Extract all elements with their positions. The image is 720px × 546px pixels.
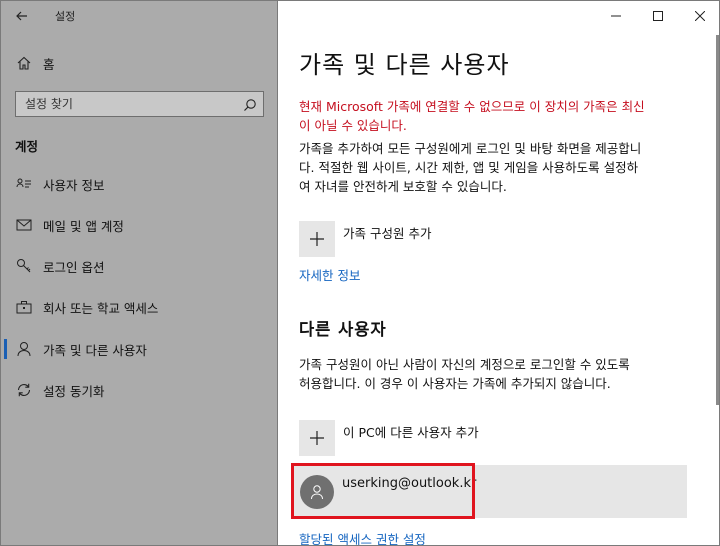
sidebar-item-label: 메일 및 앱 계정 bbox=[43, 218, 124, 234]
add-other-user-label: 이 PC에 다른 사용자 추가 bbox=[343, 425, 479, 440]
sidebar-item-label: 로그인 옵션 bbox=[43, 259, 105, 275]
family-error-message: 현재 Microsoft 가족에 연결할 수 없으므로 이 장치의 가족은 최신… bbox=[299, 97, 709, 135]
main-content: 가족 및 다른 사용자 현재 Microsoft 가족에 연결할 수 없으므로 … bbox=[279, 1, 719, 545]
sidebar: 설정 홈 계정 사용자 정보 메일 및 앱 계정 bbox=[1, 1, 278, 545]
sidebar-item-label: 설정 동기화 bbox=[43, 383, 105, 399]
sidebar-item-your-info[interactable]: 사용자 정보 bbox=[1, 171, 278, 197]
sidebar-item-sign-in-options[interactable]: 로그인 옵션 bbox=[1, 253, 278, 279]
add-other-user-button[interactable]: 이 PC에 다른 사용자 추가 bbox=[299, 420, 699, 460]
desc-line: 여 자녀를 안전하게 보호할 수 있습니다. bbox=[299, 179, 507, 194]
home-icon bbox=[15, 54, 33, 72]
settings-window: 설정 홈 계정 사용자 정보 메일 및 앱 계정 bbox=[0, 0, 720, 546]
user-card-icon bbox=[15, 175, 33, 193]
person-icon bbox=[15, 340, 33, 358]
error-line: 이 아닐 수 있습니다. bbox=[299, 118, 407, 133]
mail-icon bbox=[15, 216, 33, 234]
minimize-button[interactable] bbox=[595, 1, 637, 31]
plus-icon bbox=[299, 420, 335, 456]
sidebar-item-label: 가족 및 다른 사용자 bbox=[43, 342, 147, 358]
add-family-member-button[interactable]: 가족 구성원 추가 bbox=[299, 221, 699, 261]
more-info-link[interactable]: 자세한 정보 bbox=[299, 265, 360, 284]
scrollbar[interactable] bbox=[716, 35, 719, 405]
section-label: 계정 bbox=[15, 139, 39, 154]
briefcase-icon bbox=[15, 298, 33, 316]
active-indicator bbox=[4, 339, 7, 359]
app-title: 설정 bbox=[55, 10, 76, 23]
sidebar-item-sync-settings[interactable]: 설정 동기화 bbox=[1, 377, 278, 403]
key-icon bbox=[15, 257, 33, 275]
plus-icon bbox=[299, 221, 335, 257]
arrow-left-icon bbox=[16, 11, 27, 21]
highlight-annotation bbox=[291, 463, 475, 519]
sidebar-item-label: 사용자 정보 bbox=[43, 177, 105, 193]
desc-line: 다. 적절한 웹 사이트, 시간 제한, 앱 및 게임을 사용하도록 설정하 bbox=[299, 160, 639, 175]
sidebar-item-label: 회사 또는 학교 액세스 bbox=[43, 300, 159, 316]
minimize-icon bbox=[611, 15, 621, 17]
sync-icon bbox=[15, 381, 33, 399]
close-icon bbox=[695, 11, 705, 21]
desc-line: 가족 구성원이 아닌 사람이 자신의 계정으로 로그인할 수 있도록 bbox=[299, 357, 630, 372]
search-box bbox=[15, 91, 264, 117]
sidebar-item-work-school[interactable]: 회사 또는 학교 액세스 bbox=[1, 294, 278, 320]
other-users-description: 가족 구성원이 아닌 사람이 자신의 계정으로 로그인할 수 있도록 허용합니다… bbox=[299, 355, 709, 393]
search-icon[interactable] bbox=[243, 97, 257, 111]
sidebar-item-home[interactable]: 홈 bbox=[1, 51, 278, 75]
error-line: 현재 Microsoft 가족에 연결할 수 없으므로 이 장치의 가족은 최신 bbox=[299, 99, 645, 114]
other-users-heading: 다른 사용자 bbox=[299, 320, 387, 339]
sidebar-item-email-accounts[interactable]: 메일 및 앱 계정 bbox=[1, 212, 278, 238]
desc-line: 허용합니다. 이 경우 이 사용자는 가족에 추가되지 않습니다. bbox=[299, 376, 611, 391]
sidebar-item-label: 홈 bbox=[43, 56, 55, 72]
family-description: 가족을 추가하여 모든 구성원에게 로그인 및 바탕 화면을 제공합니 다. 적… bbox=[299, 139, 709, 196]
title-bar: 설정 bbox=[1, 1, 278, 31]
sidebar-item-family-other-users[interactable]: 가족 및 다른 사용자 bbox=[1, 336, 278, 362]
close-button[interactable] bbox=[679, 1, 719, 31]
search-input[interactable] bbox=[17, 93, 237, 115]
maximize-icon bbox=[653, 11, 663, 21]
back-button[interactable] bbox=[11, 5, 33, 27]
page-title: 가족 및 다른 사용자 bbox=[299, 51, 510, 79]
add-family-label: 가족 구성원 추가 bbox=[343, 226, 432, 241]
assigned-access-link[interactable]: 할당된 액세스 권한 설정 bbox=[299, 529, 426, 545]
window-controls bbox=[595, 1, 719, 31]
desc-line: 가족을 추가하여 모든 구성원에게 로그인 및 바탕 화면을 제공합니 bbox=[299, 141, 642, 156]
maximize-button[interactable] bbox=[637, 1, 679, 31]
